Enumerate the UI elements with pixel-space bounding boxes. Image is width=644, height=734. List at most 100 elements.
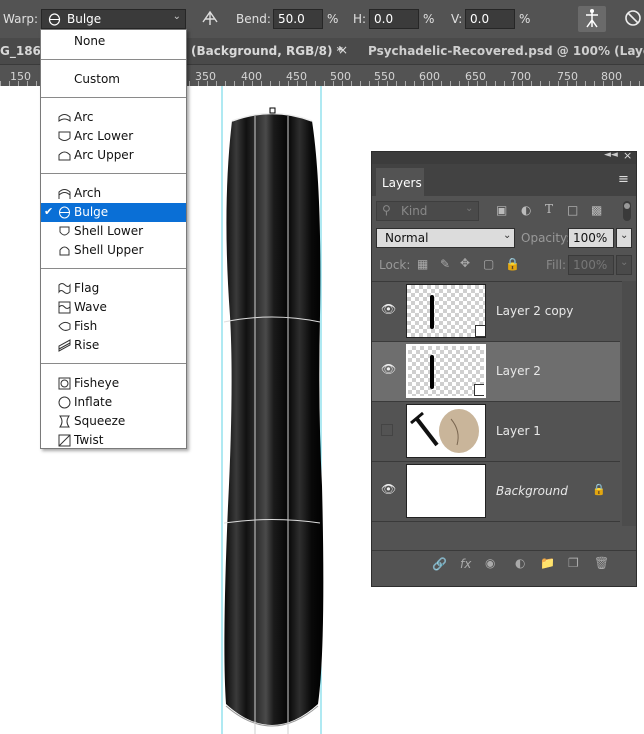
opacity-label: Opacity:	[521, 231, 571, 245]
lock-label: Lock:	[379, 258, 411, 272]
menu-item-custom[interactable]: Custom	[41, 70, 186, 89]
lock-transparent-icon[interactable]: ▦	[417, 257, 428, 271]
layer-list-scrollbar[interactable]	[622, 281, 636, 526]
fx-button[interactable]: fx	[460, 557, 471, 571]
lock-position-icon[interactable]: ✥	[460, 256, 470, 270]
menu-item-wave[interactable]: Wave	[41, 298, 186, 317]
v-distortion-input[interactable]: 0.0	[465, 9, 515, 29]
warp-label: Warp:	[3, 12, 39, 26]
menu-item-fish[interactable]: Fish	[41, 317, 186, 336]
menu-divider	[41, 97, 186, 98]
bend-label: Bend:	[236, 12, 271, 26]
bend-input[interactable]: 50.0	[273, 9, 323, 29]
layer-thumbnail	[406, 464, 486, 518]
opacity-input[interactable]: 100%	[568, 228, 614, 248]
layer-name[interactable]: Layer 2 copy	[496, 304, 573, 318]
menu-item-arc-lower[interactable]: Arc Lower	[41, 127, 186, 146]
menu-divider	[41, 268, 186, 269]
adjustment-layer-icon[interactable]: ◐	[515, 556, 525, 570]
menu-item-arch[interactable]: Arch	[41, 184, 186, 203]
tab-doc-2[interactable]: (Background, RGB/8) *	[191, 44, 343, 58]
add-mask-icon[interactable]: ◉	[485, 556, 495, 570]
tab-layers[interactable]: Layers	[376, 168, 424, 196]
h-label: H:	[353, 12, 367, 26]
layers-panel: ◄◄ × Layers ≡ ⚲ Kind ⌄ ▣ ◐ T □ ▩ Normal …	[371, 149, 637, 587]
panel-title-bar: ◄◄ ×	[372, 149, 636, 164]
warp-style-select[interactable]: Bulge ⌄	[41, 9, 186, 29]
menu-item-fisheye[interactable]: Fisheye	[41, 374, 186, 393]
collapse-panel-icon[interactable]: ◄◄	[604, 150, 618, 160]
lock-paint-icon[interactable]: ✎	[440, 257, 450, 271]
menu-item-arc-upper[interactable]: Arc Upper	[41, 146, 186, 165]
layer-name[interactable]: Layer 1	[496, 424, 541, 438]
new-layer-icon[interactable]: ❐	[568, 556, 579, 570]
lock-artboard-icon[interactable]: ▢	[483, 257, 494, 271]
menu-divider	[41, 59, 186, 60]
inflate-icon	[58, 396, 71, 409]
h-distortion-input[interactable]: 0.0	[369, 9, 419, 29]
fill-dropdown[interactable]: ⌄	[616, 255, 632, 275]
visibility-eye-icon[interactable]: 👁	[381, 362, 396, 376]
filter-toggle[interactable]	[623, 201, 631, 221]
new-group-icon[interactable]: 📁	[540, 556, 555, 570]
layer-row-active[interactable]: 👁 Layer 2	[372, 342, 620, 402]
arc-lower-icon	[58, 131, 71, 141]
menu-item-squeeze[interactable]: Squeeze	[41, 412, 186, 431]
layer-row[interactable]: 👁 Background 🔒	[372, 462, 620, 522]
filter-type-icon[interactable]: T	[545, 202, 553, 216]
toggle-warp-mode-button[interactable]	[578, 6, 606, 32]
menu-item-twist[interactable]: Twist	[41, 431, 186, 450]
menu-item-flag[interactable]: Flag	[41, 279, 186, 298]
menu-item-inflate[interactable]: Inflate	[41, 393, 186, 412]
filter-adjustment-icon[interactable]: ◐	[521, 203, 531, 217]
cancel-icon[interactable]	[624, 9, 642, 27]
warp-style-menu: None Custom Arc Arc Lower Arc Upper Arch…	[40, 29, 187, 449]
layer-thumbnail	[406, 284, 486, 338]
fish-icon	[58, 321, 71, 331]
bulge-icon	[48, 13, 61, 26]
fisheye-icon	[58, 377, 71, 390]
bulge-icon	[59, 206, 70, 219]
h-unit: %	[423, 12, 435, 26]
layer-row[interactable]: 👁 Layer 2 copy	[372, 282, 620, 342]
menu-item-arc[interactable]: Arc	[41, 108, 186, 127]
delete-layer-icon[interactable]: 🗑	[594, 556, 609, 570]
arc-upper-icon	[58, 151, 71, 161]
filter-pixel-icon[interactable]: ▣	[496, 203, 507, 217]
menu-item-shell-upper[interactable]: Shell Upper	[41, 241, 186, 260]
panel-menu-icon[interactable]: ≡	[618, 172, 629, 187]
link-layers-icon[interactable]: 🔗	[432, 557, 447, 571]
lock-all-icon[interactable]: 🔒	[505, 257, 520, 271]
filter-smart-object-icon[interactable]: ▩	[591, 203, 602, 217]
layer-list: 👁 Layer 2 copy 👁 Layer 2 Layer 1 👁 Backg…	[372, 281, 636, 527]
fill-input[interactable]: 100%	[568, 255, 614, 275]
tab-doc-1[interactable]: G_1865	[0, 44, 40, 58]
menu-divider	[41, 363, 186, 364]
arc-icon	[58, 114, 71, 122]
tab-doc-3[interactable]: Psychadelic-Recovered.psd @ 100% (Layer …	[368, 44, 644, 58]
fill-label: Fill:	[546, 258, 567, 272]
menu-item-none[interactable]: None	[41, 32, 186, 51]
close-tab-icon[interactable]: ×	[338, 43, 348, 57]
visibility-eye-icon[interactable]: 👁	[381, 302, 396, 316]
puppet-icon	[586, 9, 598, 28]
chevron-down-icon: ⌄	[503, 230, 512, 241]
rise-icon	[58, 339, 71, 352]
visibility-toggle-off[interactable]	[381, 424, 393, 436]
menu-item-bulge[interactable]: ✔ Bulge	[41, 203, 186, 222]
visibility-eye-icon[interactable]: 👁	[381, 482, 396, 496]
menu-item-rise[interactable]: Rise	[41, 336, 186, 355]
blend-mode-select[interactable]: Normal ⌄	[376, 228, 515, 248]
layer-row[interactable]: Layer 1	[372, 402, 620, 462]
menu-divider	[41, 173, 186, 174]
warp-orientation-icon[interactable]	[200, 8, 220, 28]
layer-name[interactable]: Background	[496, 484, 568, 498]
opacity-dropdown[interactable]: ⌄	[616, 228, 632, 248]
close-panel-icon[interactable]: ×	[623, 149, 632, 162]
filter-shape-icon[interactable]: □	[567, 203, 578, 217]
layer-name[interactable]: Layer 2	[496, 364, 541, 378]
search-icon: ⚲	[382, 203, 391, 217]
layer-filter-select[interactable]: ⚲ Kind ⌄	[376, 201, 479, 221]
menu-item-shell-lower[interactable]: Shell Lower	[41, 222, 186, 241]
warp-select-value: Bulge	[67, 12, 102, 26]
